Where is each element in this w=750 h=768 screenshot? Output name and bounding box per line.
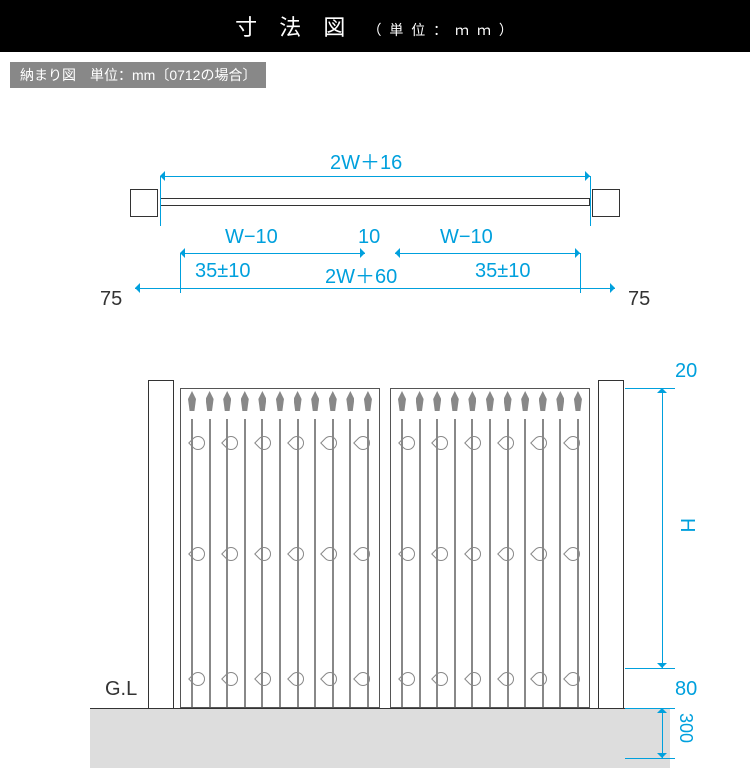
dim-w10-l: W−10 (225, 226, 278, 249)
dimline-bottom-span (135, 288, 615, 289)
orn-row-r3 (391, 669, 589, 689)
subtitle-badge: 納まり図 単位：mm〔0712の場合〕 (10, 62, 266, 88)
orn-row-r1 (391, 433, 589, 453)
ext-h-gl (625, 708, 675, 709)
title-text: 寸 法 図 (235, 15, 353, 40)
ground-level-label: G.L (105, 678, 137, 701)
dim-gap-10: 10 (358, 226, 380, 249)
ext-h-bot (625, 758, 675, 759)
gate-assembly (180, 388, 590, 708)
dim-75-r: 75 (628, 288, 650, 311)
ext-h-top (625, 388, 675, 389)
dim-w10-r: W−10 (440, 226, 493, 249)
dimline-300 (662, 708, 663, 758)
ext-h-mid (625, 668, 675, 669)
dimline-w10-l (180, 253, 365, 254)
ext-il (180, 253, 181, 293)
orn-row-l2 (181, 544, 379, 564)
orn-row-r2 (391, 544, 589, 564)
dim-tol-r: 35±10 (475, 260, 530, 283)
dimline-top-overall (160, 176, 590, 177)
dim-v300: 300 (675, 713, 696, 743)
diagram-canvas: 2W＋16 W−10 10 W−10 35±10 2W＋60 35±10 75 … (0, 88, 750, 758)
top-rail (160, 198, 590, 206)
dim-tol-l: 35±10 (195, 260, 250, 283)
top-post-left (130, 189, 158, 217)
dim-v80: 80 (675, 678, 697, 701)
dim-H: H (675, 518, 698, 532)
dim-75-l: 75 (100, 288, 122, 311)
top-post-right (592, 189, 620, 217)
orn-row-l3 (181, 669, 379, 689)
page-title: 寸 法 図 （ 単 位 ： ｍ ｍ ） (0, 0, 750, 52)
ext-ir (580, 253, 581, 293)
ground-fill (90, 708, 670, 768)
post-right (598, 380, 624, 760)
post-left (148, 380, 174, 760)
ext-r (590, 176, 591, 226)
dim-bottom-span: 2W＋60 (325, 260, 397, 289)
orn-row-l1 (181, 433, 379, 453)
top-view (130, 183, 620, 223)
ext-l (160, 176, 161, 226)
gate-leaf-left (180, 388, 380, 708)
title-unit: （ 単 位 ： ｍ ｍ ） (368, 22, 515, 38)
dim-top-overall: 2W＋16 (330, 146, 402, 175)
gate-leaf-right (390, 388, 590, 708)
dimline-w10-r (395, 253, 580, 254)
dim-v20: 20 (675, 360, 697, 383)
dimline-H (662, 388, 663, 668)
